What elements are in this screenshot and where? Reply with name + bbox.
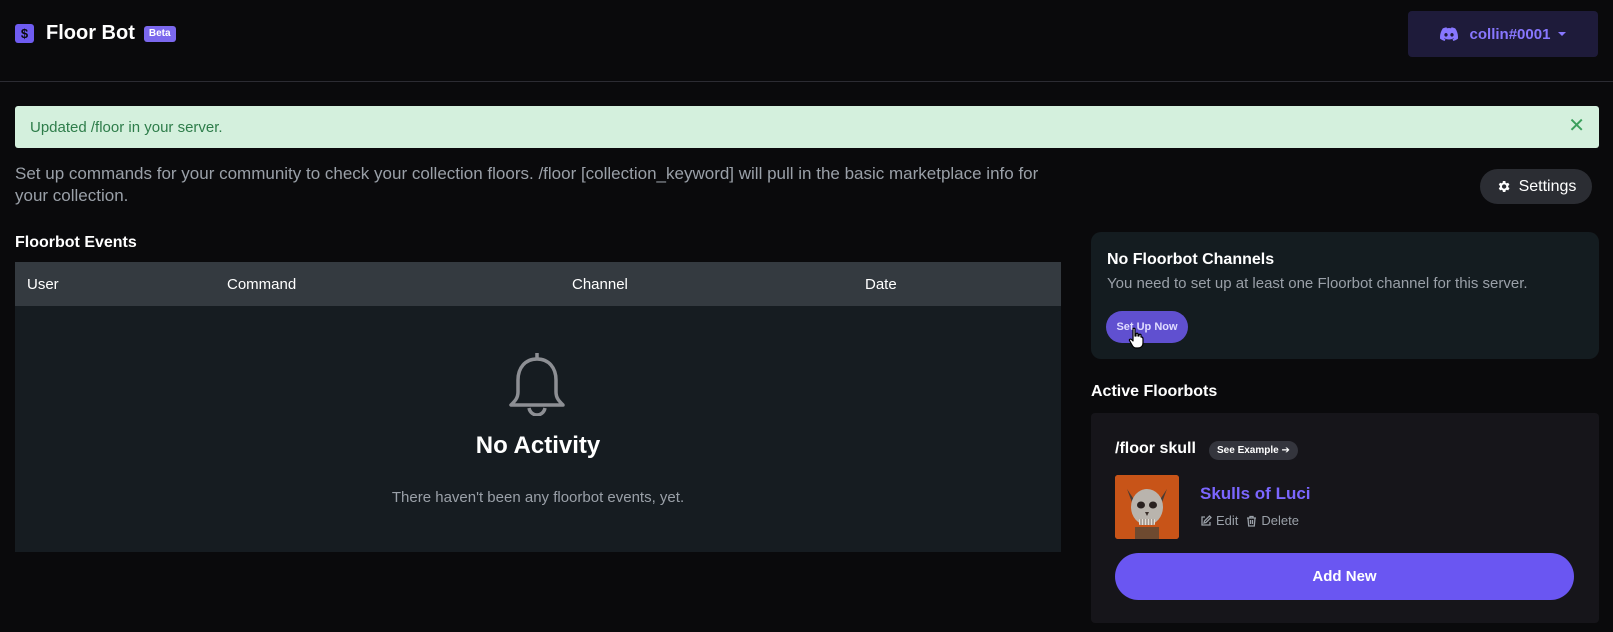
- table-header: User Command Channel Date: [15, 262, 1061, 306]
- empty-title: No Activity: [475, 432, 601, 459]
- caret-down-icon: [1558, 32, 1567, 36]
- app-title: Floor Bot: [46, 22, 135, 44]
- edit-label: Edit: [1216, 513, 1239, 528]
- add-new-button[interactable]: Add New: [1115, 553, 1574, 600]
- discord-icon: [1439, 27, 1458, 41]
- username-label: collin#0001: [1469, 25, 1551, 43]
- channels-text: You need to set up at least one Floorbot…: [1107, 275, 1528, 292]
- alert-message: Updated /floor in your server.: [30, 118, 223, 136]
- settings-label: Settings: [1518, 177, 1577, 195]
- column-user: User: [27, 276, 59, 293]
- delete-label: Delete: [1261, 513, 1299, 528]
- close-icon[interactable]: ✕: [1568, 116, 1585, 136]
- hand-cursor-icon: [1128, 327, 1144, 349]
- item-actions: Edit Delete: [1200, 513, 1307, 528]
- top-header: $ Floor Bot Beta collin#0001: [0, 0, 1613, 82]
- events-table: User Command Channel Date No Activity Th…: [15, 262, 1061, 552]
- active-heading: Active Floorbots: [1091, 383, 1218, 400]
- no-channels-card: No Floorbot Channels You need to set up …: [1091, 232, 1599, 359]
- dollar-logo-icon: $: [15, 24, 34, 43]
- edit-link[interactable]: Edit: [1200, 513, 1238, 528]
- edit-icon: [1201, 514, 1212, 526]
- beta-badge: Beta: [143, 25, 176, 42]
- column-channel: Channel: [572, 276, 628, 293]
- empty-state: No Activity There haven't been any floor…: [15, 306, 1061, 552]
- bell-icon: [509, 353, 565, 416]
- active-floorbot-card: /floor skull See Example ➔ Skulls of Luc…: [1091, 413, 1599, 623]
- delete-link[interactable]: Delete: [1246, 513, 1299, 528]
- settings-button[interactable]: Settings: [1480, 169, 1592, 204]
- success-alert: Updated /floor in your server. ✕: [15, 106, 1599, 148]
- collection-thumbnail: [1115, 475, 1179, 539]
- set-up-now-button[interactable]: Set Up Now: [1106, 311, 1188, 343]
- collection-name-link[interactable]: Skulls of Luci: [1200, 484, 1311, 504]
- user-menu-button[interactable]: collin#0001: [1408, 11, 1598, 57]
- column-date: Date: [865, 276, 897, 293]
- command-name: /floor skull: [1115, 440, 1196, 457]
- skull-image: [1115, 475, 1179, 539]
- page-description: Set up commands for your community to ch…: [15, 164, 1039, 205]
- trash-icon: [1247, 515, 1257, 527]
- empty-text: There haven't been any floorbot events, …: [391, 489, 685, 506]
- brand[interactable]: $ Floor Bot Beta: [15, 22, 176, 45]
- see-example-link[interactable]: See Example ➔: [1209, 441, 1298, 460]
- events-heading: Floorbot Events: [15, 234, 137, 251]
- channels-title: No Floorbot Channels: [1107, 251, 1275, 268]
- column-command: Command: [227, 276, 297, 293]
- gear-icon: [1498, 181, 1510, 192]
